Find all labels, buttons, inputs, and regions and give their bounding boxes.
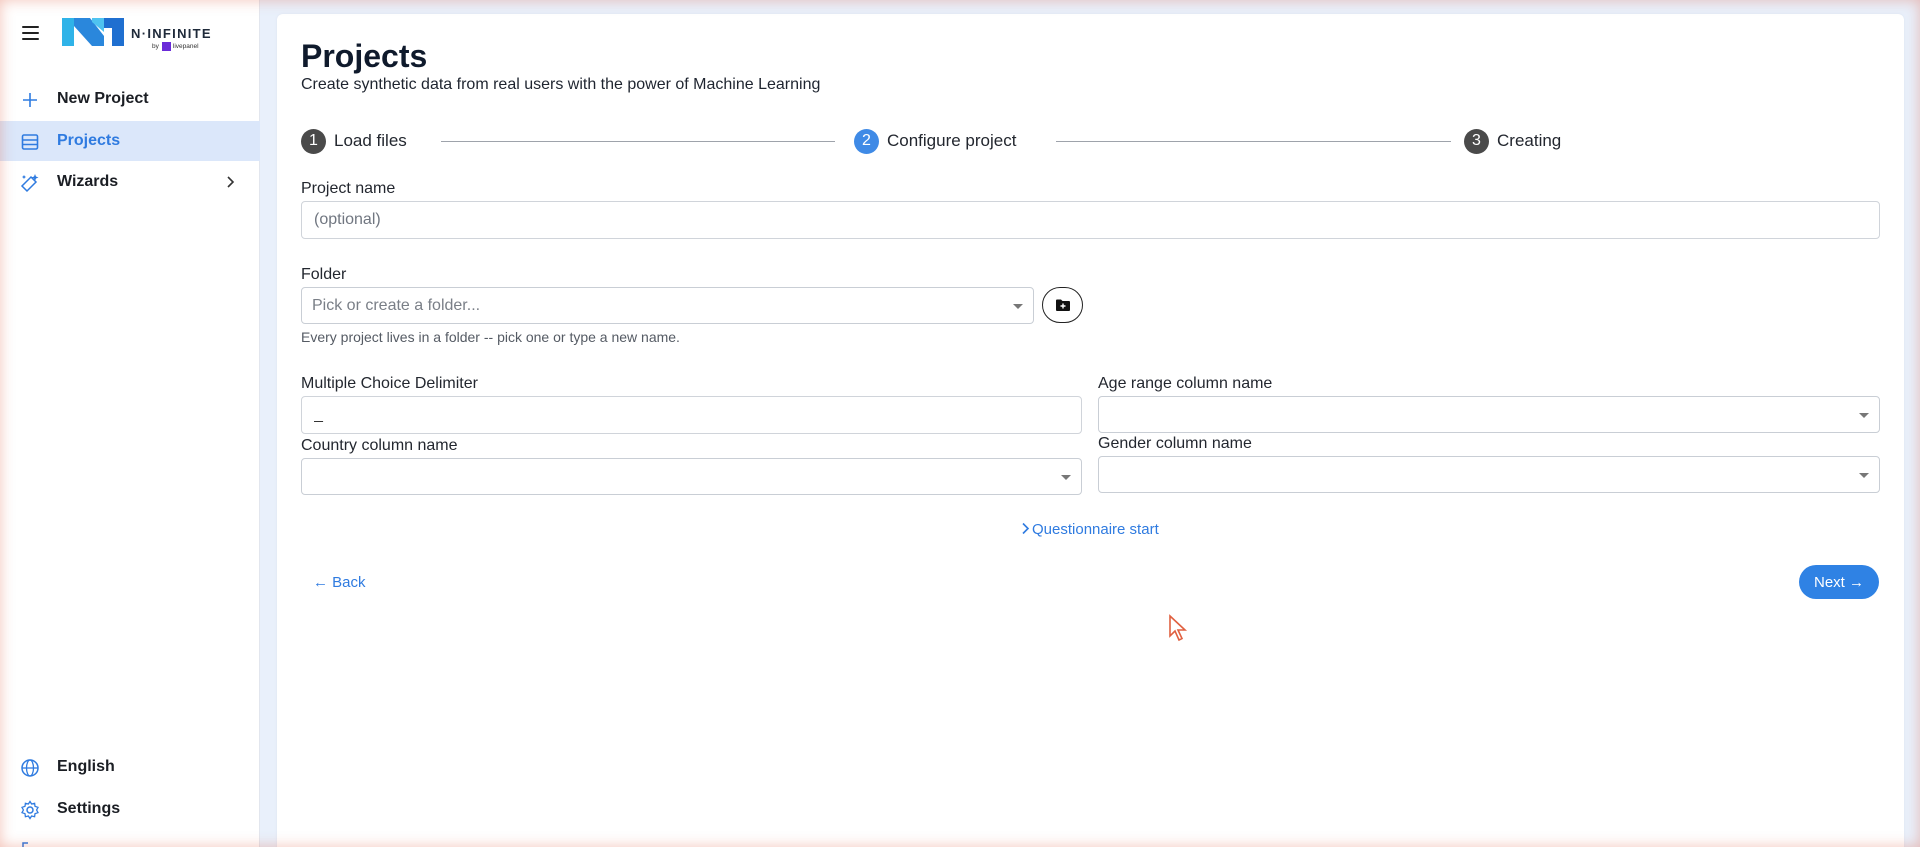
age-range-select[interactable] (1098, 396, 1880, 433)
step-label: Creating (1497, 131, 1562, 150)
folder-helper-text: Every project lives in a folder -- pick … (301, 329, 680, 345)
gender-label: Gender column name (1098, 435, 1252, 452)
sidebar-item-label: English (57, 758, 115, 775)
chevron-down-icon (1859, 413, 1869, 418)
page-subtitle: Create synthetic data from real users wi… (301, 76, 821, 93)
project-name-label: Project name (301, 180, 396, 197)
country-label: Country column name (301, 437, 458, 454)
country-select[interactable] (301, 458, 1082, 495)
globe-icon (21, 759, 39, 777)
step-connector (1056, 141, 1451, 142)
brand-partner: livepanel (172, 43, 199, 51)
create-folder-button[interactable] (1042, 287, 1083, 323)
questionnaire-start-toggle[interactable]: Questionnaire start (1021, 521, 1159, 538)
back-button[interactable]: ← Back (313, 574, 366, 591)
sidebar-item-settings[interactable]: Settings (0, 789, 260, 829)
stepper: 1 Load files 2 Configure project 3 Creat… (301, 128, 1881, 158)
livepanel-logo-icon (161, 42, 171, 51)
step-creating[interactable]: 3 Creating (1464, 128, 1561, 154)
delimiter-label: Multiple Choice Delimiter (301, 375, 478, 392)
next-button[interactable]: Next → (1799, 565, 1880, 599)
sidebar-item-projects[interactable]: Projects (0, 121, 260, 161)
folder-select[interactable]: Pick or create a folder... (301, 287, 1034, 324)
sidebar-item-label: Projects (57, 132, 121, 149)
questionnaire-start-label: Questionnaire start (1032, 521, 1159, 538)
chevron-down-icon (1061, 475, 1071, 480)
menu-icon[interactable] (22, 26, 39, 40)
age-range-label: Age range column name (1098, 375, 1273, 392)
list-icon (21, 134, 39, 150)
sidebar-header: N·INFINITE by livepanel (0, 0, 260, 70)
chevron-down-icon (1013, 304, 1023, 309)
app-logo[interactable]: N·INFINITE by livepanel (60, 14, 230, 56)
main-panel: Projects Create synthetic data from real… (277, 14, 1904, 847)
logout-icon (22, 842, 28, 847)
folder-plus-icon (1055, 299, 1070, 311)
gear-icon (21, 800, 39, 820)
chevron-right-icon (227, 176, 235, 188)
chevron-right-icon (1022, 522, 1030, 535)
brand-by: by (152, 43, 159, 51)
step-number: 3 (1464, 128, 1489, 154)
project-name-input[interactable] (301, 201, 1880, 239)
folder-label: Folder (301, 266, 347, 283)
gender-select[interactable] (1098, 456, 1880, 493)
n-infinite-logo-icon (62, 18, 124, 46)
page-title: Projects (301, 38, 428, 74)
sidebar-item-wizards[interactable]: Wizards (0, 162, 260, 202)
step-number: 1 (301, 128, 326, 154)
sidebar-item-label: Settings (57, 800, 121, 817)
sidebar-item-language[interactable]: English (0, 747, 260, 787)
chevron-down-icon (1859, 473, 1869, 478)
step-configure-project[interactable]: 2 Configure project (854, 128, 1016, 154)
sidebar-item-new-project[interactable]: New Project (0, 79, 260, 119)
brand-byline: by livepanel (152, 42, 199, 51)
delimiter-input[interactable] (301, 396, 1082, 434)
folder-placeholder: Pick or create a folder... (312, 297, 481, 314)
mouse-cursor-icon (1169, 614, 1188, 642)
sidebar-item-label: Wizards (57, 173, 119, 190)
step-label: Configure project (887, 131, 1017, 150)
sidebar-item-label: New Project (57, 90, 149, 107)
sidebar: N·INFINITE by livepanel New Project Proje… (0, 0, 260, 847)
brand-name: N·INFINITE (131, 26, 212, 41)
step-label: Load files (334, 131, 407, 150)
sparkle-icon (20, 174, 39, 193)
step-connector (441, 141, 835, 142)
step-load-files[interactable]: 1 Load files (301, 128, 407, 154)
plus-icon (23, 93, 37, 107)
step-number: 2 (854, 128, 879, 154)
sidebar-item-logout-partial[interactable] (0, 832, 260, 847)
